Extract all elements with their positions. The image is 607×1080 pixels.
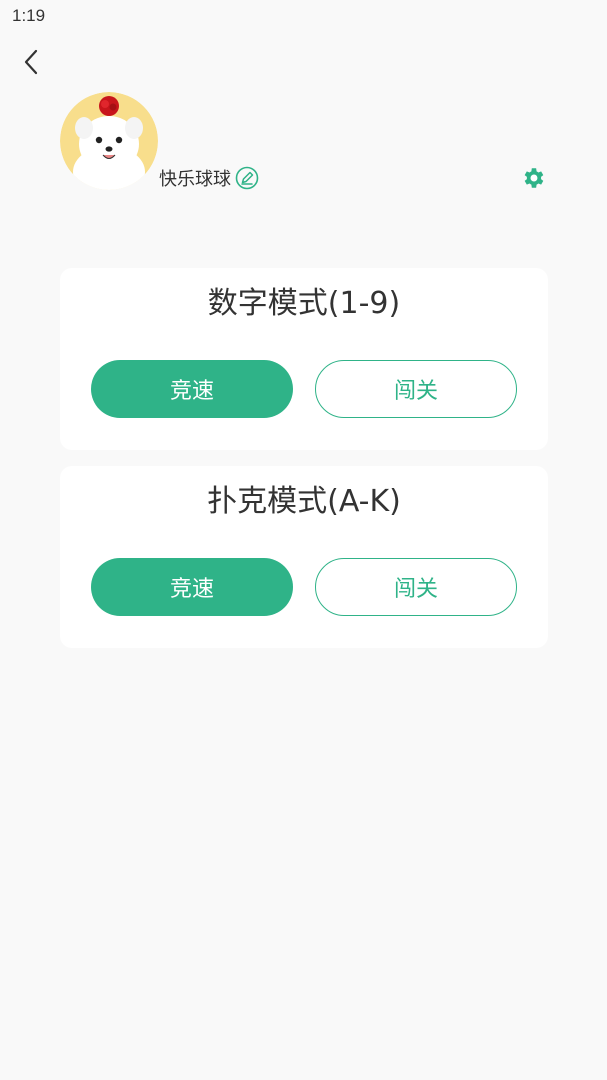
avatar[interactable] xyxy=(60,92,158,190)
race-button[interactable]: 竞速 xyxy=(91,558,293,616)
username: 快乐球球 xyxy=(159,169,231,190)
profile-row: 快乐球球 xyxy=(159,164,259,192)
dog-avatar-image xyxy=(60,92,158,190)
edit-icon[interactable] xyxy=(235,166,259,190)
level-button[interactable]: 闯关 xyxy=(315,360,517,418)
screen: 1:19 快乐球球 数字模式(1-9) 竞速 闯关 扑克模式(A-K) 竞速 闯… xyxy=(0,0,607,1080)
gear-icon xyxy=(524,168,544,188)
chevron-left-icon xyxy=(24,49,38,75)
back-button[interactable] xyxy=(14,44,50,80)
status-time: 1:19 xyxy=(12,6,46,25)
level-button[interactable]: 闯关 xyxy=(315,558,517,616)
mode-card-number: 数字模式(1-9) 竞速 闯关 xyxy=(60,268,548,450)
race-button[interactable]: 竞速 xyxy=(91,360,293,418)
mode-card-poker: 扑克模式(A-K) 竞速 闯关 xyxy=(60,466,548,648)
mode-title: 数字模式(1-9) xyxy=(207,286,401,321)
settings-button[interactable] xyxy=(518,163,548,193)
mode-title: 扑克模式(A-K) xyxy=(207,484,401,519)
